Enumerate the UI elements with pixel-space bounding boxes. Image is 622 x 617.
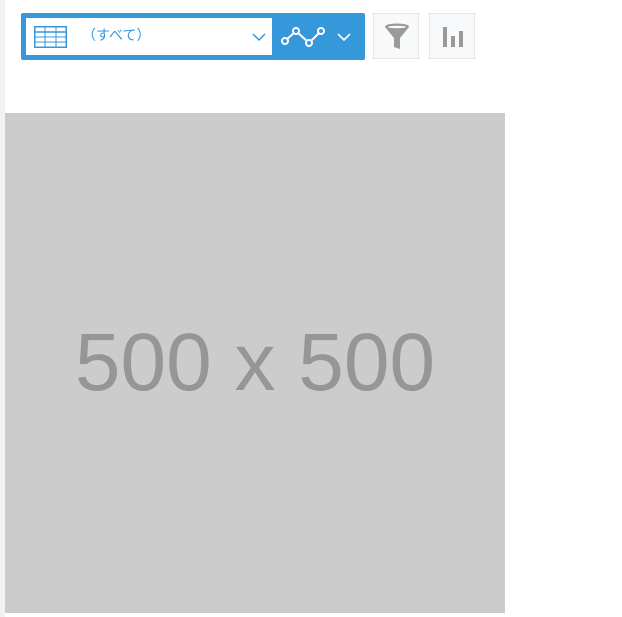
page: （すべて） 500 x 500 — [0, 0, 622, 617]
chevron-down-icon — [337, 33, 351, 42]
view-select-label: （すべて） — [82, 28, 151, 44]
chart-placeholder-image: 500 x 500 — [5, 113, 505, 613]
chart-type-dropdown[interactable] — [273, 13, 365, 60]
filter-icon — [385, 23, 409, 49]
table-icon — [34, 26, 67, 48]
bar-chart-icon — [443, 27, 463, 47]
view-select-dropdown[interactable]: （すべて） — [26, 18, 272, 55]
line-chart-icon — [281, 27, 325, 47]
placeholder-text: 500 x 500 — [74, 317, 436, 408]
chevron-down-icon — [252, 33, 266, 42]
view-combo: （すべて） — [21, 13, 365, 60]
chart-settings-button[interactable] — [429, 13, 475, 59]
filter-button[interactable] — [373, 13, 419, 59]
